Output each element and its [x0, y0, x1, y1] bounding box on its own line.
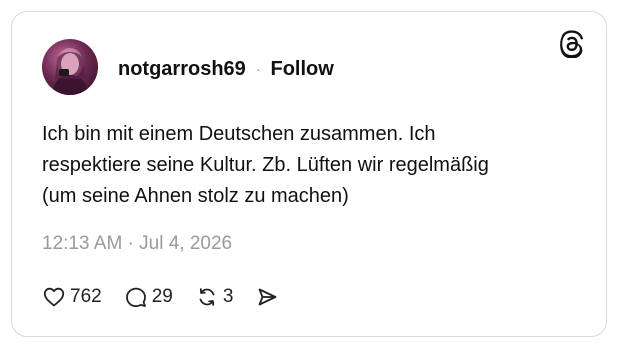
share-button[interactable] — [255, 285, 279, 309]
post-card: notgarrosh69 · Follow Ich bin mit einem … — [11, 11, 607, 337]
like-button[interactable]: 762 — [42, 285, 102, 309]
avatar-image — [52, 48, 88, 95]
follow-button[interactable]: Follow — [270, 58, 333, 81]
like-count: 762 — [70, 286, 102, 307]
avatar[interactable] — [42, 39, 98, 95]
post-text-line: (um seine Ahnen stolz zu machen) — [42, 185, 349, 207]
repost-icon — [199, 288, 215, 306]
post-timestamp[interactable]: 12:13 AM · Jul 4, 2026 — [42, 233, 232, 255]
threads-logo-icon[interactable] — [558, 30, 586, 58]
heart-icon — [43, 287, 65, 307]
repost-button[interactable]: 3 — [195, 285, 234, 309]
post-body: Ich bin mit einem Deutschen zusammen. Ic… — [42, 119, 582, 212]
post-text-line: respektiere seine Kultur. Zb. Lüften wir… — [42, 154, 489, 176]
post-header: notgarrosh69 · Follow — [118, 56, 334, 82]
reply-button[interactable]: 29 — [124, 285, 173, 309]
send-icon — [259, 288, 277, 306]
comment-bubble-icon — [125, 287, 146, 308]
username-link[interactable]: notgarrosh69 — [118, 58, 246, 81]
reply-count: 29 — [151, 286, 173, 307]
separator-dot: · — [255, 61, 261, 77]
action-bar: 762 29 3 — [42, 284, 301, 310]
repost-count: 3 — [222, 286, 234, 307]
post-text-line: Ich bin mit einem Deutschen zusammen. Ic… — [42, 123, 436, 145]
